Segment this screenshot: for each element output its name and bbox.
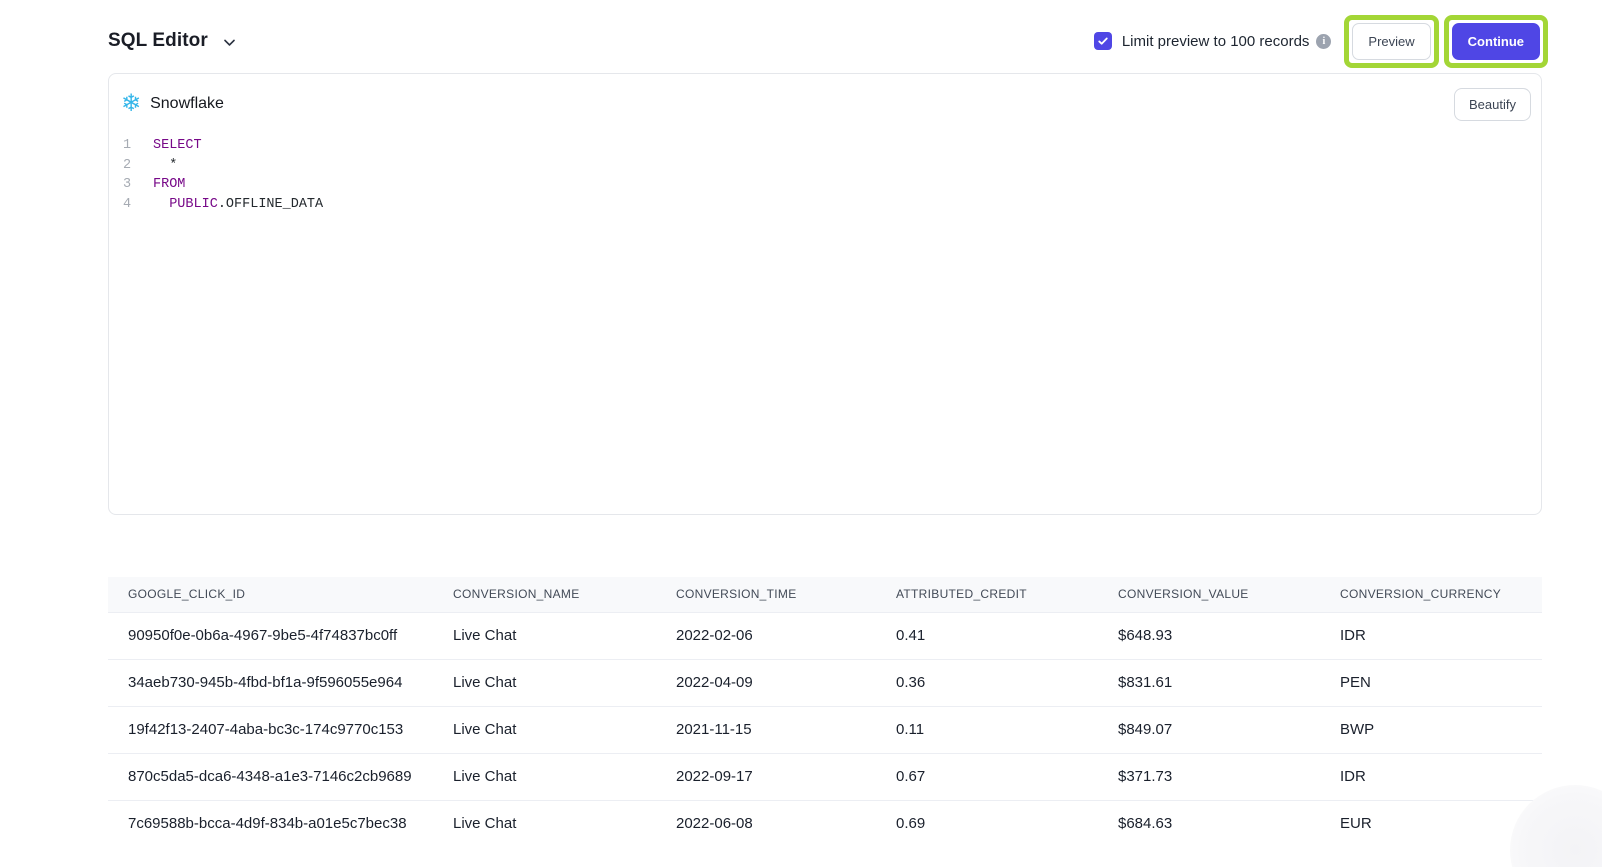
chevron-down-icon[interactable] [222,35,237,50]
table-cell: IDR [1320,612,1542,659]
table-cell: $684.63 [1098,800,1320,847]
table-cell: $648.93 [1098,612,1320,659]
table-cell: 2022-06-08 [656,800,876,847]
line-number: 1 [123,136,139,156]
beautify-button[interactable]: Beautify [1454,88,1531,121]
table-cell: EUR [1320,800,1542,847]
table-header: GOOGLE_CLICK_IDCONVERSION_NAMECONVERSION… [108,577,1542,612]
table-cell: 0.67 [876,753,1098,800]
table-cell: 2021-11-15 [656,706,876,753]
limit-preview-checkbox-group[interactable]: Limit preview to 100 records [1094,32,1310,50]
table-cell: 870c5da5-dca6-4348-a1e3-7146c2cb9689 [108,753,433,800]
table-cell: 90950f0e-0b6a-4967-9be5-4f74837bc0ff [108,612,433,659]
table-cell: 0.11 [876,706,1098,753]
data-table: GOOGLE_CLICK_IDCONVERSION_NAMECONVERSION… [108,577,1542,847]
limit-preview-checkbox[interactable] [1094,32,1112,50]
table-cell: 0.41 [876,612,1098,659]
column-header: CONVERSION_CURRENCY [1320,577,1542,612]
table-cell: 7c69588b-bcca-4d9f-834b-a01e5c7bec38 [108,800,433,847]
info-icon[interactable]: i [1316,34,1331,49]
snowflake-icon: ❄ [121,92,141,116]
code-line: 4 PUBLIC.OFFLINE_DATA [123,195,1541,215]
table-cell: 2022-09-17 [656,753,876,800]
table-body: 90950f0e-0b6a-4967-9be5-4f74837bc0ffLive… [108,612,1542,847]
continue-button[interactable]: Continue [1452,23,1540,60]
code-text: SELECT [153,136,202,156]
table-cell: 19f42f13-2407-4aba-bc3c-174c9770c153 [108,706,433,753]
line-number: 2 [123,156,139,176]
preview-button[interactable]: Preview [1352,23,1430,60]
table-cell: Live Chat [433,706,656,753]
table-row: 870c5da5-dca6-4348-a1e3-7146c2cb9689Live… [108,753,1542,800]
preview-button-highlight: Preview [1344,15,1438,68]
table-cell: IDR [1320,753,1542,800]
table-cell: Live Chat [433,753,656,800]
column-header: CONVERSION_NAME [433,577,656,612]
table-cell: $849.07 [1098,706,1320,753]
column-header: CONVERSION_VALUE [1098,577,1320,612]
page: SQL Editor Limit preview to 100 records … [0,0,1602,867]
editor-panel-header: ❄ Snowflake Beautify [109,74,1541,126]
code-line: 2 * [123,156,1541,176]
table-header-row: GOOGLE_CLICK_IDCONVERSION_NAMECONVERSION… [108,577,1542,612]
topbar-actions: Limit preview to 100 records i Preview C… [1094,15,1548,68]
table-cell: 0.69 [876,800,1098,847]
table-cell: BWP [1320,706,1542,753]
sql-editor-panel: ❄ Snowflake Beautify 1SELECT2 *3FROM4 PU… [108,73,1542,515]
table-cell: 34aeb730-945b-4fbd-bf1a-9f596055e964 [108,659,433,706]
code-line: 3 FROM [123,175,1541,195]
table-cell: 0.36 [876,659,1098,706]
page-title: SQL Editor [108,30,208,52]
column-header: CONVERSION_TIME [656,577,876,612]
limit-preview-label: Limit preview to 100 records [1122,33,1310,50]
table-row: 19f42f13-2407-4aba-bc3c-174c9770c153Live… [108,706,1542,753]
continue-button-highlight: Continue [1444,15,1548,68]
sql-code-editor[interactable]: 1SELECT2 *3FROM4 PUBLIC.OFFLINE_DATA [109,126,1541,214]
table-row: 7c69588b-bcca-4d9f-834b-a01e5c7bec38Live… [108,800,1542,847]
sql-editor-title-dropdown[interactable]: SQL Editor [108,30,237,52]
code-text: FROM [153,175,185,195]
check-icon [1097,35,1109,47]
table-cell: Live Chat [433,612,656,659]
table-row: 90950f0e-0b6a-4967-9be5-4f74837bc0ffLive… [108,612,1542,659]
line-number: 3 [123,175,139,195]
line-number: 4 [123,195,139,215]
code-text: * [153,156,177,176]
table-cell: 2022-02-06 [656,612,876,659]
table-cell: 2022-04-09 [656,659,876,706]
table-row: 34aeb730-945b-4fbd-bf1a-9f596055e964Live… [108,659,1542,706]
code-text: PUBLIC.OFFLINE_DATA [153,195,323,215]
code-line: 1 SELECT [123,136,1541,156]
table-cell: Live Chat [433,800,656,847]
column-header: ATTRIBUTED_CREDIT [876,577,1098,612]
table-cell: Live Chat [433,659,656,706]
results-preview-table: GOOGLE_CLICK_IDCONVERSION_NAMECONVERSION… [108,577,1542,847]
connector-name: Snowflake [150,95,224,113]
topbar: SQL Editor Limit preview to 100 records … [108,10,1548,72]
table-cell: PEN [1320,659,1542,706]
column-header: GOOGLE_CLICK_ID [108,577,433,612]
table-cell: $831.61 [1098,659,1320,706]
table-cell: $371.73 [1098,753,1320,800]
